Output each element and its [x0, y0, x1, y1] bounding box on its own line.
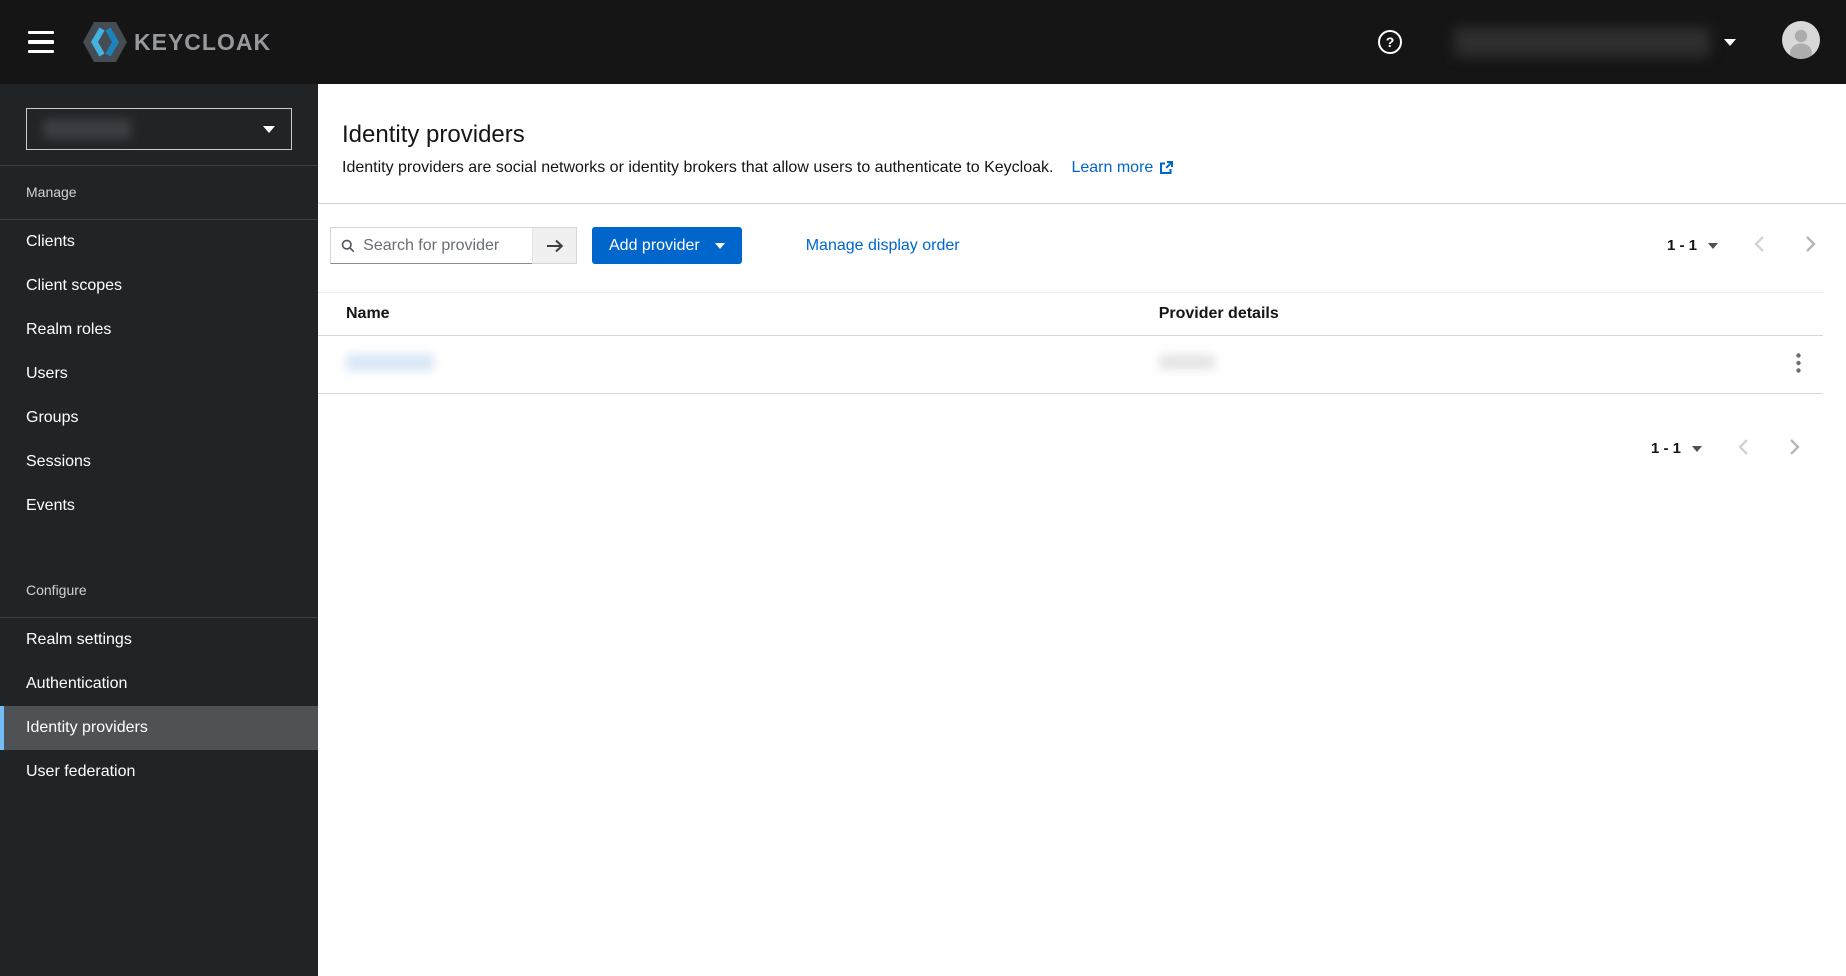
- caret-down-icon: [714, 242, 725, 249]
- sidebar-item-label: Events: [26, 497, 75, 514]
- sidebar-item-authentication[interactable]: Authentication: [0, 662, 318, 706]
- pagination-top: 1 - 1: [1667, 233, 1818, 258]
- sidebar-item-label: Groups: [26, 409, 79, 426]
- pagination-next-button[interactable]: [1787, 436, 1802, 461]
- page-header: Identity providers Identity providers ar…: [318, 84, 1846, 204]
- sidebar-item-label: Authentication: [26, 675, 128, 692]
- angle-left-icon: [1738, 439, 1748, 455]
- learn-more-link[interactable]: Learn more: [1071, 159, 1174, 177]
- toolbar: Add provider Manage display order 1 - 1: [318, 204, 1846, 264]
- main-content: Identity providers Identity providers ar…: [318, 84, 1846, 976]
- caret-down-icon: [1692, 445, 1702, 452]
- sidebar-item-label: Users: [26, 365, 68, 382]
- user-dropdown[interactable]: [1402, 27, 1736, 57]
- column-header-provider-details: Provider details: [1130, 292, 1759, 336]
- sidebar-item-label: Client scopes: [26, 277, 123, 294]
- search-box: [330, 227, 532, 264]
- provider-details-redacted: [1158, 355, 1215, 369]
- hamburger-icon: [28, 49, 54, 54]
- search-icon: [341, 239, 355, 252]
- sidebar-item-label: Realm roles: [26, 321, 112, 338]
- angle-right-icon: [1790, 439, 1800, 455]
- caret-down-icon: [1708, 242, 1718, 249]
- brand-text: KEYCLOAK: [134, 28, 272, 55]
- sidebar-item-label: User federation: [26, 763, 136, 780]
- caret-down-icon: [263, 125, 275, 133]
- page-description-row: Identity providers are social networks o…: [342, 159, 1822, 177]
- identity-providers-table: Name Provider details: [318, 292, 1823, 394]
- masthead: KEYCLOAK ?: [0, 0, 1846, 84]
- add-provider-button[interactable]: Add provider: [592, 227, 742, 264]
- nav-section-manage: Manage Clients Client scopes Realm roles…: [0, 166, 318, 528]
- help-icon[interactable]: ?: [1378, 30, 1402, 54]
- chevron-down-icon: [1724, 38, 1736, 46]
- sidebar-item-client-scopes[interactable]: Client scopes: [0, 264, 318, 308]
- pagination-prev-button[interactable]: [1752, 233, 1767, 258]
- avatar[interactable]: [1782, 20, 1820, 64]
- sidebar-item-users[interactable]: Users: [0, 352, 318, 396]
- manage-display-order-link[interactable]: Manage display order: [806, 237, 960, 255]
- keycloak-hexagon-icon: [83, 22, 127, 62]
- search-group: [330, 227, 577, 264]
- page-description: Identity providers are social networks o…: [342, 159, 1054, 176]
- sidebar: Manage Clients Client scopes Realm roles…: [0, 84, 318, 976]
- pagination-next-button[interactable]: [1803, 233, 1818, 258]
- column-header-name: Name: [318, 292, 1131, 336]
- table-row: [318, 335, 1823, 394]
- help-glyph: ?: [1385, 34, 1395, 50]
- sidebar-item-user-federation[interactable]: User federation: [0, 750, 318, 794]
- kebab-menu-button[interactable]: [1790, 349, 1807, 380]
- arrow-right-icon: [546, 239, 563, 252]
- sidebar-item-sessions[interactable]: Sessions: [0, 440, 318, 484]
- search-submit-button[interactable]: [532, 227, 577, 264]
- nav-section-title: Manage: [26, 184, 77, 200]
- masthead-right: ?: [1378, 20, 1846, 64]
- pagination-range: 1 - 1: [1666, 237, 1697, 254]
- sidebar-item-label: Sessions: [26, 453, 91, 470]
- username-redacted: [1454, 27, 1710, 57]
- hamburger-icon: [28, 30, 54, 35]
- learn-more-label: Learn more: [1071, 159, 1154, 176]
- redacted-text: [346, 353, 434, 371]
- kebab-icon: [1796, 353, 1801, 373]
- pagination-range: 1 - 1: [1650, 440, 1681, 457]
- sidebar-item-clients[interactable]: Clients: [0, 220, 318, 264]
- sidebar-item-label: Identity providers: [26, 719, 148, 736]
- pagination-bottom: 1 - 1: [318, 436, 1846, 461]
- sidebar-item-realm-settings[interactable]: Realm settings: [0, 618, 318, 662]
- sidebar-item-identity-providers[interactable]: Identity providers: [0, 706, 318, 750]
- realm-name-redacted: [43, 119, 131, 139]
- sidebar-item-realm-roles[interactable]: Realm roles: [0, 308, 318, 352]
- angle-left-icon: [1754, 236, 1764, 252]
- hamburger-icon: [28, 40, 54, 44]
- pagination-range-menu[interactable]: 1 - 1: [1651, 440, 1702, 457]
- search-input[interactable]: [363, 236, 532, 255]
- nav-toggle-button[interactable]: [28, 25, 54, 60]
- pagination-range-menu[interactable]: 1 - 1: [1667, 237, 1718, 254]
- sidebar-item-label: Clients: [26, 233, 75, 250]
- sidebar-item-label: Realm settings: [26, 631, 132, 648]
- sidebar-item-groups[interactable]: Groups: [0, 396, 318, 440]
- nav-section-configure: Configure Realm settings Authentication …: [0, 564, 318, 794]
- angle-right-icon: [1806, 236, 1816, 252]
- pagination-prev-button[interactable]: [1736, 436, 1751, 461]
- realm-selector[interactable]: [26, 108, 292, 150]
- sidebar-item-events[interactable]: Events: [0, 484, 318, 528]
- add-provider-label: Add provider: [609, 236, 700, 254]
- page-title: Identity providers: [342, 121, 525, 148]
- avatar-icon: [1782, 20, 1820, 59]
- nav-section-title: Configure: [26, 582, 87, 598]
- keycloak-logo: KEYCLOAK: [82, 21, 271, 63]
- external-link-icon: [1160, 161, 1174, 174]
- table-header-row: Name Provider details: [318, 292, 1823, 336]
- provider-name-link-redacted[interactable]: [346, 353, 434, 375]
- column-header-actions: [1759, 292, 1823, 336]
